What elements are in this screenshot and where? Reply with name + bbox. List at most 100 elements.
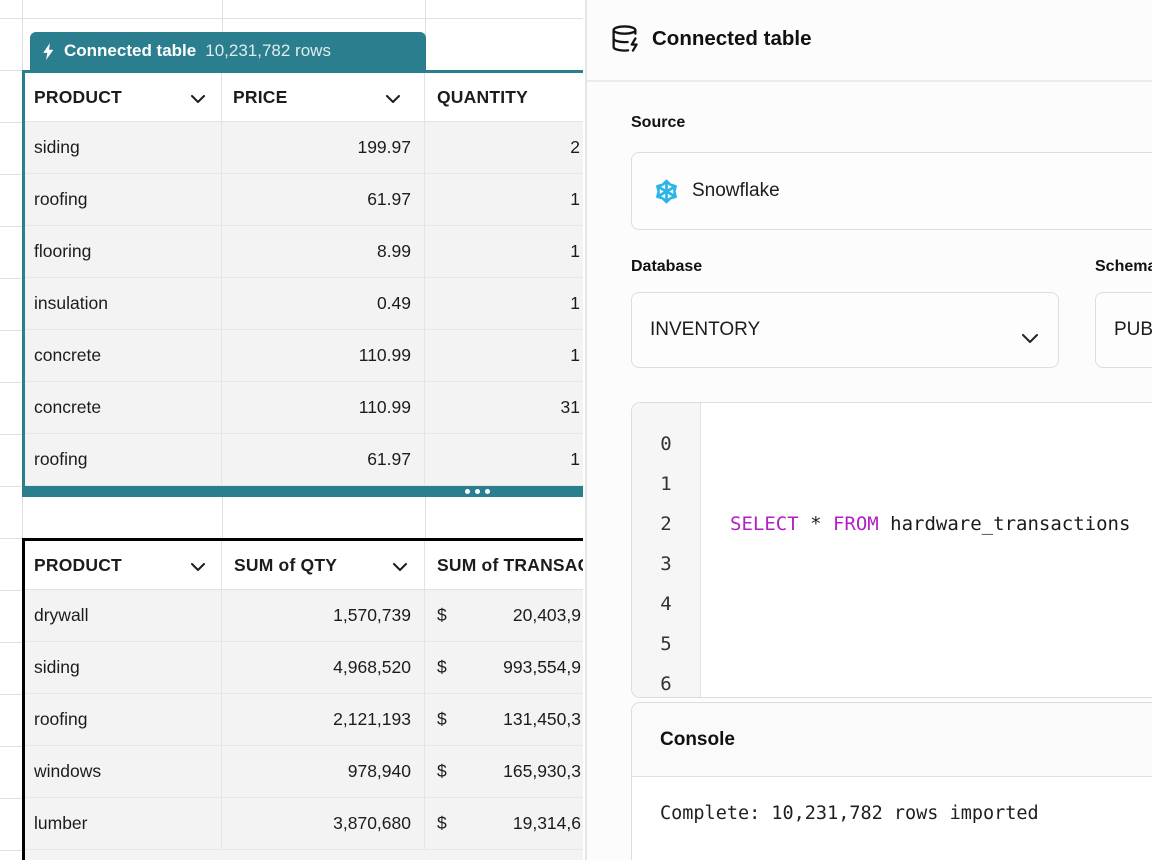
console-output: Complete: 10,231,782 rows imported [632,777,1152,824]
summary-data-table: PRODUCT SUM of QTY SUM of TRANSACTIONS d… [22,538,583,860]
schema-select[interactable]: PUBLIC [1095,292,1152,368]
table-row[interactable]: siding 4,968,520 $ 993,554,9 [25,642,583,694]
cell-quantity[interactable]: 1 [425,174,583,225]
table-row[interactable]: siding 199.97 2 [25,122,583,174]
table-row[interactable]: flooring 8.99 1 [25,226,583,278]
table-row[interactable]: concrete 110.99 31 [25,382,583,434]
cell-product[interactable]: roofing [25,174,222,225]
console-header: Console [632,703,1152,777]
cell-sum-transactions[interactable]: $ 165,930,3 [425,746,583,797]
table-row[interactable]: roofing 61.97 1 [25,174,583,226]
spreadsheet-grid[interactable]: Connected table 10,231,782 rows PRODUCT … [0,0,586,860]
amount: 165,930,3 [503,761,581,782]
amount: 131,450,3 [503,709,581,730]
editor-line-numbers: 0 1 2 3 4 5 6 [632,403,701,697]
cell-sum-qty[interactable]: 2,121,193 [222,694,425,745]
cell-product[interactable]: lumber [25,798,222,849]
cell-product[interactable]: windows [25,746,222,797]
currency-symbol: $ [437,813,447,834]
column-header-sum-qty[interactable]: SUM of QTY [222,541,425,589]
column-header-label: PRICE [233,87,287,108]
column-header-product[interactable]: PRODUCT [25,541,222,589]
cell-quantity[interactable]: 2 [425,122,583,173]
currency-symbol: $ [437,657,447,678]
column-header-price[interactable]: PRICE [222,73,425,121]
schema-value: PUBLIC [1114,319,1152,341]
table-row-count-badge: 10,231,782 rows [205,41,331,61]
cell-quantity[interactable]: 31 [425,382,583,433]
cell-product[interactable]: insulation [25,278,222,329]
database-value: INVENTORY [650,319,760,341]
table-footer-bar [25,486,583,497]
cell-product[interactable]: concrete [25,330,222,381]
sql-editor[interactable]: 0 1 2 3 4 5 6 SELECT * FROM hardware_tra… [631,402,1152,698]
cell-price[interactable]: 199.97 [222,122,425,173]
cell-sum-transactions[interactable]: $ 19,314,6 [425,798,583,849]
table-row[interactable]: roofing 2,121,193 $ 131,450,3 [25,694,583,746]
table-row[interactable]: concrete 110.99 1 [25,330,583,382]
cell-sum-transactions[interactable]: $ 20,403,9 [425,590,583,641]
cell-product[interactable]: concrete [25,382,222,433]
column-header-sum-transactions[interactable]: SUM of TRANSACTIONS [425,541,583,589]
cell-quantity[interactable]: 1 [425,434,583,485]
divider [587,80,1152,82]
table-more-rows-handle[interactable] [465,489,490,494]
cell-quantity[interactable]: 1 [425,330,583,381]
cell-sum-qty[interactable]: 4,968,520 [222,642,425,693]
cell-sum-transactions[interactable]: $ 993,554,9 [425,642,583,693]
table-row[interactable]: roofing 61.97 1 [25,434,583,486]
sql-keyword: SELECT [730,513,799,535]
chevron-down-icon [386,87,400,108]
cell-quantity[interactable]: 1 [425,226,583,277]
column-header-quantity[interactable]: QUANTITY [425,73,583,121]
column-header-label: PRODUCT [34,555,122,576]
database-zap-icon [610,24,639,53]
cell-price[interactable]: 110.99 [222,382,425,433]
cell-product[interactable]: flooring [25,226,222,277]
cell-product[interactable]: siding [25,642,222,693]
table-row[interactable]: insulation 0.49 1 [25,278,583,330]
chevron-down-icon [393,555,407,576]
table-row[interactable]: windows 978,940 $ 165,930,3 [25,746,583,798]
currency-symbol: $ [437,709,447,730]
chevron-down-icon [1022,327,1038,349]
cell-product[interactable]: drywall [25,590,222,641]
cell-price[interactable]: 110.99 [222,330,425,381]
currency-symbol: $ [437,761,447,782]
table-row[interactable]: drywall 1,570,739 $ 20,403,9 [25,590,583,642]
connected-table-tab[interactable]: Connected table 10,231,782 rows [30,32,426,70]
cell-price[interactable]: 8.99 [222,226,425,277]
schema-label: Schema [1095,258,1152,276]
snowflake-icon [653,178,680,205]
amount: 20,403,9 [513,605,581,626]
column-header-label: QUANTITY [437,87,528,108]
chevron-down-icon [191,555,205,576]
cell-product[interactable]: roofing [25,434,222,485]
cell-price[interactable]: 61.97 [222,434,425,485]
database-select[interactable]: INVENTORY [631,292,1059,368]
column-header-label: SUM of QTY [234,555,337,576]
cell-sum-transactions[interactable]: $ 131,450,3 [425,694,583,745]
source-selector[interactable]: Snowflake [631,152,1152,230]
cell-price[interactable]: 0.49 [222,278,425,329]
app-window: Connected table 10,231,782 rows PRODUCT … [0,0,1152,860]
cell-price[interactable]: 61.97 [222,174,425,225]
cell-product[interactable]: roofing [25,694,222,745]
lightning-icon [42,43,55,60]
cell-quantity[interactable]: 1 [425,278,583,329]
database-label: Database [631,258,702,276]
console-title: Console [660,729,735,751]
cell-sum-qty[interactable]: 3,870,680 [222,798,425,849]
column-header-product[interactable]: PRODUCT [25,73,222,121]
table-row[interactable]: lumber 3,870,680 $ 19,314,6 [25,798,583,850]
source-label: Source [631,114,685,132]
table-row-partial [25,850,583,860]
sql-code[interactable]: SELECT * FROM hardware_transactions [701,403,1152,697]
cell-sum-qty[interactable]: 1,570,739 [222,590,425,641]
cell-sum-qty[interactable]: 978,940 [222,746,425,797]
cell-product[interactable]: siding [25,122,222,173]
currency-symbol: $ [437,605,447,626]
table-tab-title: Connected table [64,41,196,61]
connected-data-table: PRODUCT PRICE QUANTITY siding 199.97 2 r… [22,70,583,497]
column-header-label: PRODUCT [34,87,122,108]
